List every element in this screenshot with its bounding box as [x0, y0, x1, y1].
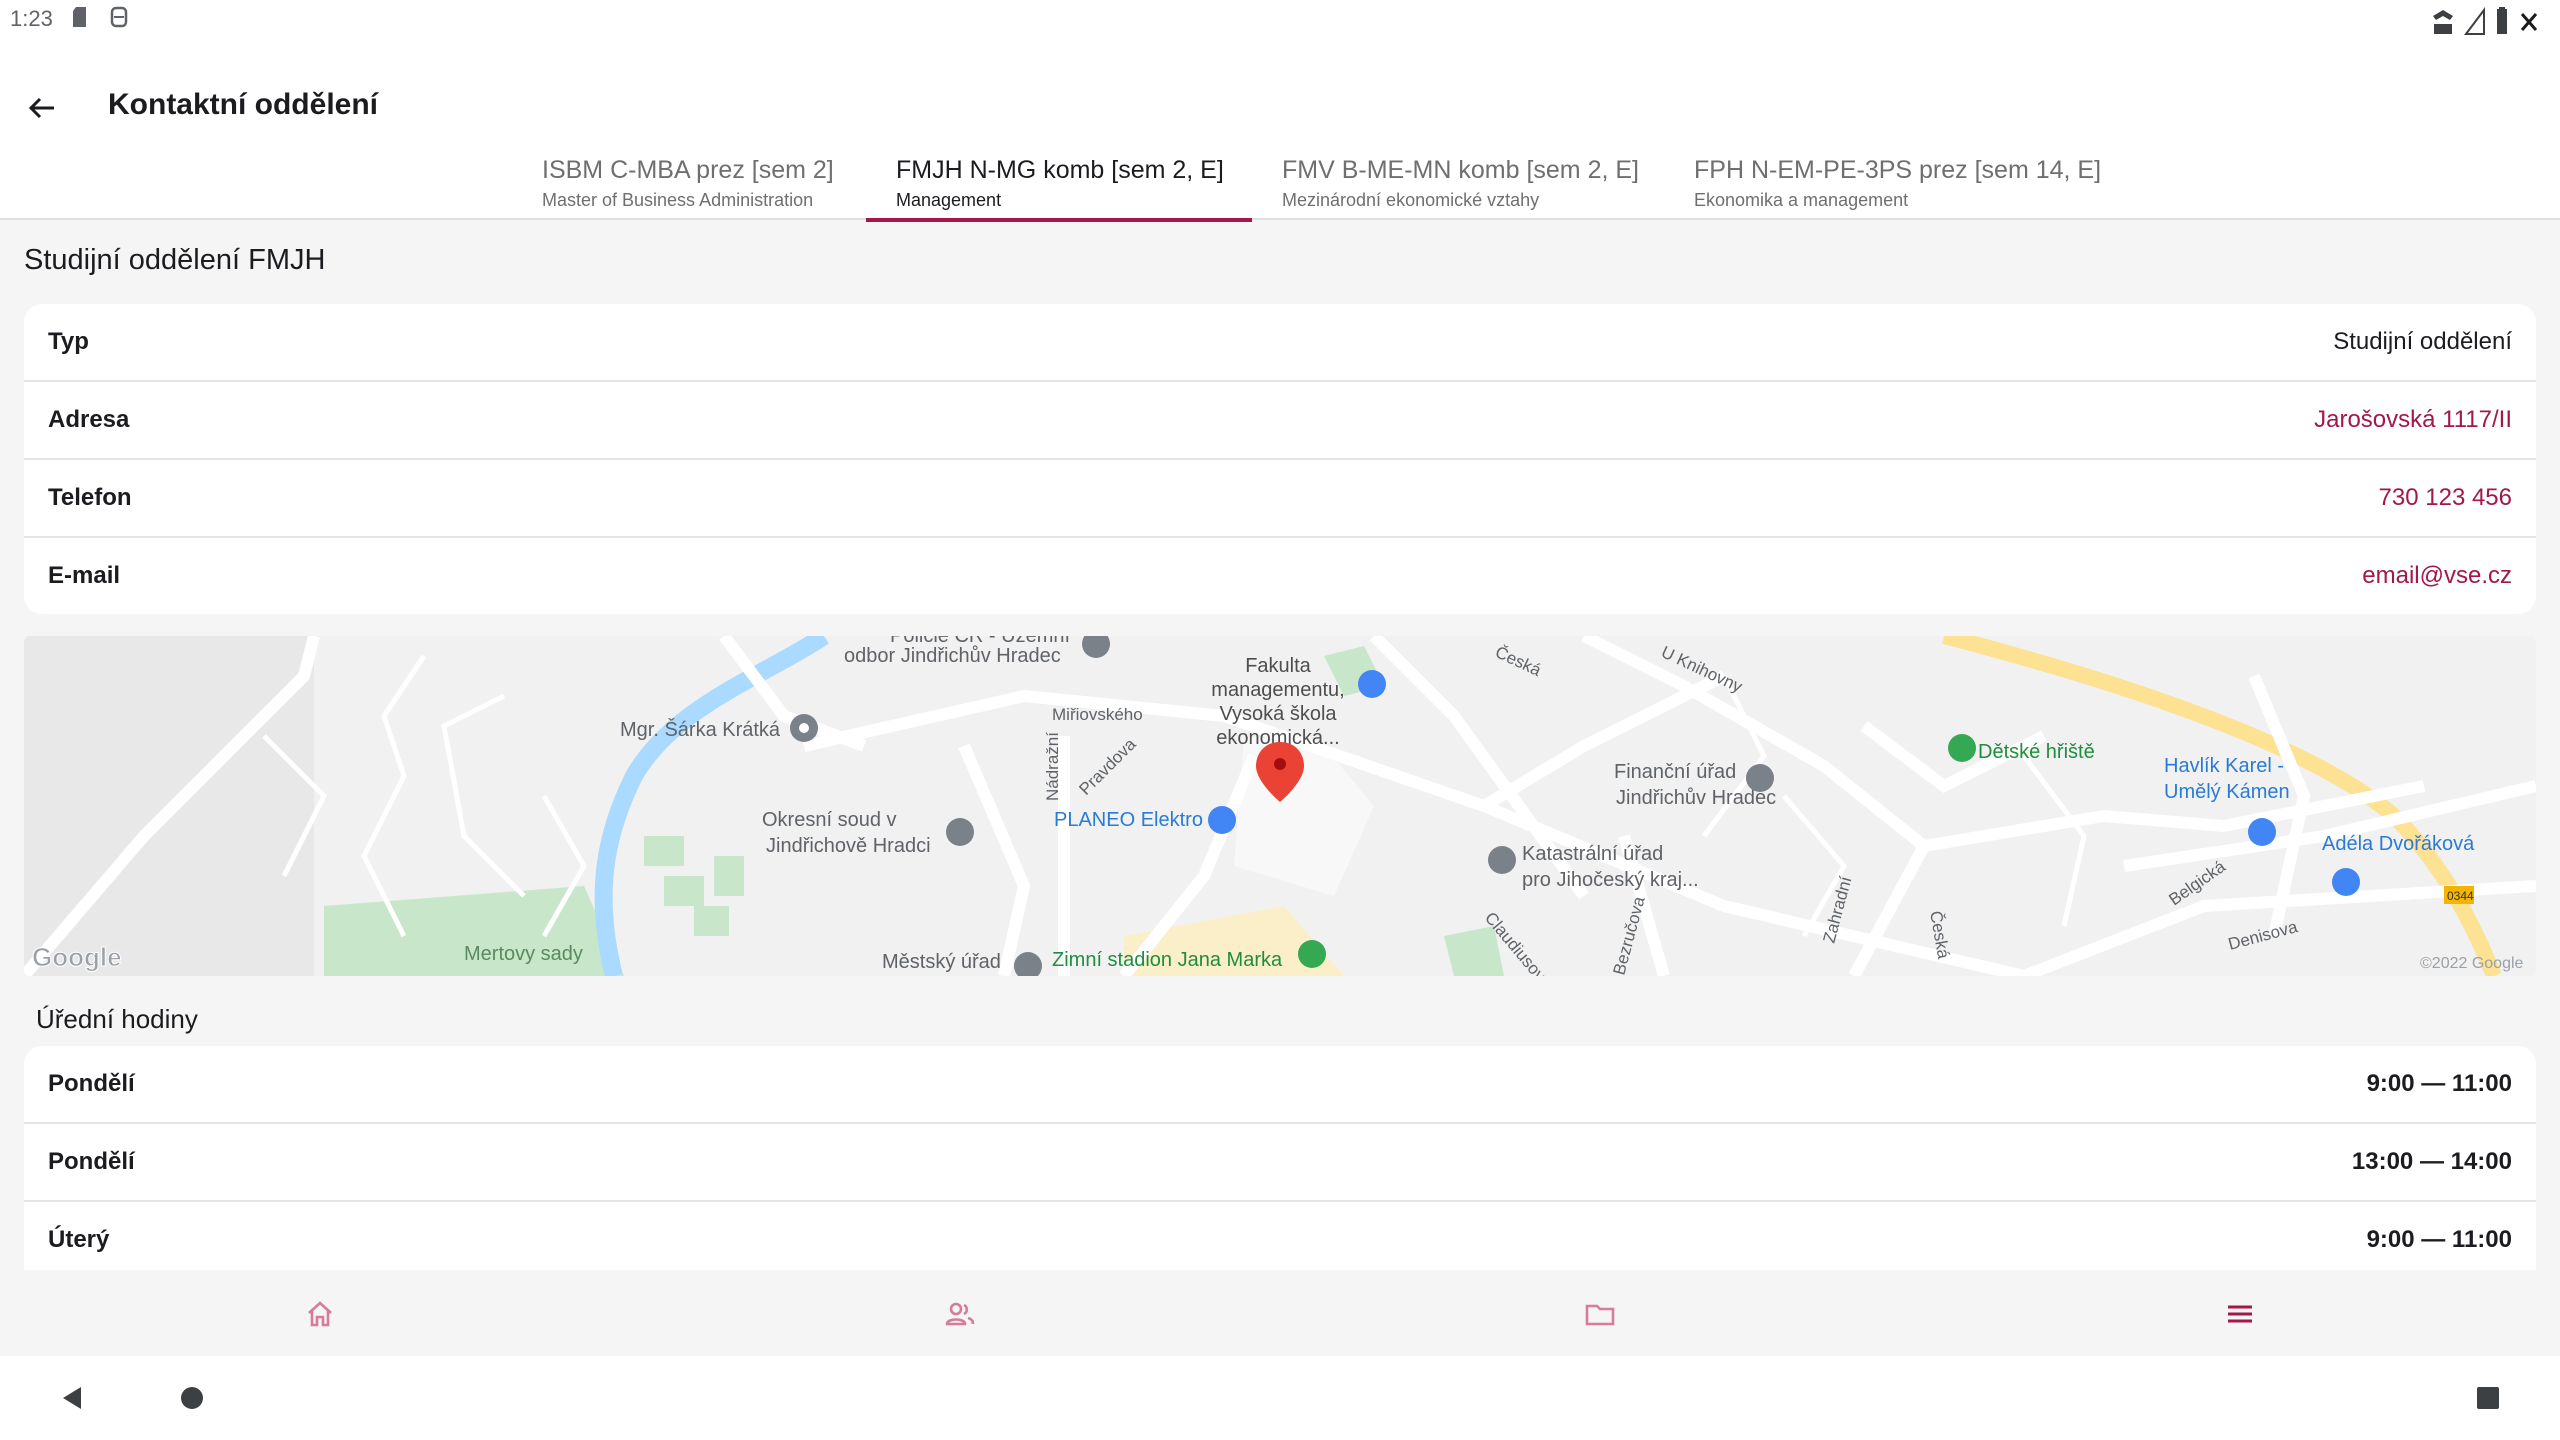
- map-label: Zimní stadion Jana Marka: [1052, 949, 1283, 971]
- hours-row: Pondělí 9:00 — 11:00: [24, 1046, 2536, 1124]
- hours-time: 9:00 — 11:00: [2366, 1070, 2512, 1097]
- hours-day: Pondělí: [48, 1148, 135, 1175]
- nav-documents[interactable]: [1572, 1286, 1628, 1342]
- tab-sublabel: Master of Business Administration: [542, 190, 814, 210]
- arrow-back-icon: [28, 97, 54, 119]
- home-icon: [308, 1301, 332, 1327]
- row-type: Typ Studijní oddělení: [24, 304, 2536, 382]
- data-saver-icon: [110, 6, 128, 28]
- nav-home[interactable]: [292, 1286, 348, 1342]
- tab-fph[interactable]: FPH N-EM-PE-3PS prez [sem 14, E] Ekonomi…: [1664, 150, 2104, 220]
- department-title: Studijní oddělení FMJH: [24, 244, 326, 276]
- map-copyright: ©2022 Google: [2420, 955, 2524, 972]
- status-time: 1:23: [10, 6, 53, 31]
- tab-fmjh[interactable]: FMJH N-MG komb [sem 2, E] Management: [866, 150, 1252, 222]
- map-label: Jindřichově Hradci: [766, 835, 931, 857]
- system-recents-button[interactable]: [2468, 1378, 2508, 1418]
- map-label: Městský úřad: [882, 951, 1001, 973]
- row-phone[interactable]: Telefon 730 123 456: [24, 460, 2536, 538]
- tab-label: FMV B-ME-MN komb [sem 2, E]: [1282, 156, 1639, 184]
- map-label: Jindřichův Hradec: [1616, 787, 1776, 809]
- nav-menu[interactable]: [2212, 1286, 2268, 1342]
- app-bar: Kontaktní oddělení ISBM C-MBA prez [sem …: [0, 40, 2560, 222]
- hours-row: Úterý 9:00 — 11:00: [24, 1202, 2536, 1270]
- office-hours-card: Pondělí 9:00 — 11:00 Pondělí 13:00 — 14:…: [24, 1046, 2536, 1270]
- map-label: Havlík Karel -: [2164, 755, 2284, 777]
- address-link[interactable]: Jarošovská 1117/II: [2314, 406, 2512, 434]
- back-button[interactable]: [18, 84, 66, 132]
- map-label: Vysoká škola: [1219, 703, 1337, 725]
- signal-icon: [2464, 7, 2485, 35]
- tab-indicator: [866, 218, 1252, 222]
- row-address[interactable]: Adresa Jarošovská 1117/II: [24, 382, 2536, 460]
- email-link[interactable]: email@vse.cz: [2362, 562, 2512, 590]
- map-label: Dětské hřiště: [1978, 741, 2095, 763]
- map-label: pro Jihočeský kraj...: [1522, 869, 1699, 891]
- row-label: Typ: [48, 328, 89, 355]
- row-label: Adresa: [48, 406, 130, 433]
- system-navigation-bar: [0, 1356, 2560, 1440]
- close-icon: [2520, 13, 2538, 31]
- hours-day: Pondělí: [48, 1070, 135, 1097]
- tab-bar: ISBM C-MBA prez [sem 2] Master of Busine…: [0, 150, 2560, 222]
- status-bar: 1:23: [0, 0, 2560, 40]
- map-label: Okresní soud v: [762, 809, 897, 831]
- map-canvas: Policie ČR - Územní odbor Jindřichův Hra…: [24, 636, 2536, 976]
- map-label: PLANEO Elektro: [1054, 809, 1203, 831]
- tab-sublabel: Ekonomika a management: [1694, 190, 1909, 210]
- menu-icon: [2228, 1305, 2252, 1323]
- bottom-navigation: [0, 1272, 2560, 1356]
- tab-isbm[interactable]: ISBM C-MBA prez [sem 2] Master of Busine…: [512, 150, 866, 220]
- sd-card-icon: [73, 7, 86, 27]
- row-label: Telefon: [48, 484, 132, 511]
- hours-day: Úterý: [48, 1226, 110, 1253]
- row-value: Studijní oddělení: [2333, 328, 2512, 355]
- row-email[interactable]: E-mail email@vse.cz: [24, 538, 2536, 614]
- map-label: Mgr. Šárka Krátká: [620, 718, 781, 741]
- map-label: Adéla Dvořáková: [2322, 833, 2475, 855]
- office-hours-title: Úřední hodiny: [36, 1004, 198, 1034]
- system-home-button[interactable]: [172, 1378, 212, 1418]
- tab-sublabel: Management: [896, 190, 1002, 210]
- hours-time: 13:00 — 14:00: [2351, 1148, 2512, 1175]
- tab-label: FPH N-EM-PE-3PS prez [sem 14, E]: [1694, 156, 2102, 184]
- hours-row: Pondělí 13:00 — 14:00: [24, 1124, 2536, 1202]
- map-label: 0344: [2447, 889, 2474, 903]
- people-icon: [945, 1302, 975, 1326]
- map-label: Finanční úřad: [1614, 761, 1736, 783]
- hours-time: 9:00 — 11:00: [2366, 1226, 2512, 1253]
- wifi-icon: [2433, 10, 2453, 34]
- tab-label: ISBM C-MBA prez [sem 2]: [542, 156, 834, 184]
- nav-people[interactable]: [932, 1286, 988, 1342]
- phone-link[interactable]: 730 123 456: [2379, 484, 2512, 512]
- row-label: E-mail: [48, 562, 121, 589]
- page-title: Kontaktní oddělení: [108, 88, 378, 121]
- square-recents-icon: [2477, 1387, 2499, 1409]
- map-label: managementu,: [1211, 679, 1344, 701]
- battery-icon: [2497, 7, 2507, 34]
- map-label: Umělý Kámen: [2164, 781, 2290, 803]
- tab-sublabel: Mezinárodní ekonomické vztahy: [1282, 190, 1540, 210]
- contact-card: Typ Studijní oddělení Adresa Jarošovská …: [24, 304, 2536, 614]
- folder-icon: [1585, 1304, 1615, 1326]
- google-logo: Google: [32, 942, 122, 972]
- map-label: Katastrální úřad: [1522, 843, 1663, 865]
- map-label: Miřiovského: [1052, 705, 1143, 724]
- triangle-back-icon: [63, 1387, 81, 1409]
- circle-home-icon: [181, 1387, 203, 1409]
- map-label: Fakulta: [1245, 655, 1311, 677]
- map-label: Mertovy sady: [464, 943, 583, 965]
- map-label: Nádražní: [1043, 732, 1062, 801]
- tab-label: FMJH N-MG komb [sem 2, E]: [896, 156, 1224, 184]
- tab-fmv[interactable]: FMV B-ME-MN komb [sem 2, E] Mezinárodní …: [1252, 150, 1656, 220]
- map-label: odbor Jindřichův Hradec: [844, 645, 1061, 667]
- system-back-button[interactable]: [52, 1378, 92, 1418]
- map-view[interactable]: Policie ČR - Územní odbor Jindřichův Hra…: [24, 636, 2536, 976]
